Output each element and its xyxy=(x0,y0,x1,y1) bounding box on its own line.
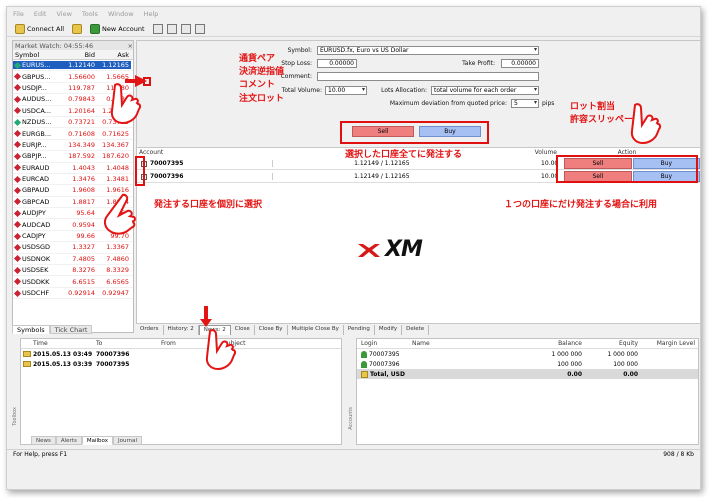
annotation-arrows xyxy=(103,75,662,371)
hand-pointer-icon xyxy=(630,103,662,145)
hand-pointer-icon xyxy=(110,83,142,125)
hand-pointer-icon xyxy=(103,193,136,235)
app-window: File Edit View Tools Window Help Connect… xyxy=(6,6,701,490)
red-arrow-icon xyxy=(125,75,147,87)
down-arrow-icon xyxy=(200,306,212,327)
hand-pointer-icon xyxy=(205,329,237,371)
